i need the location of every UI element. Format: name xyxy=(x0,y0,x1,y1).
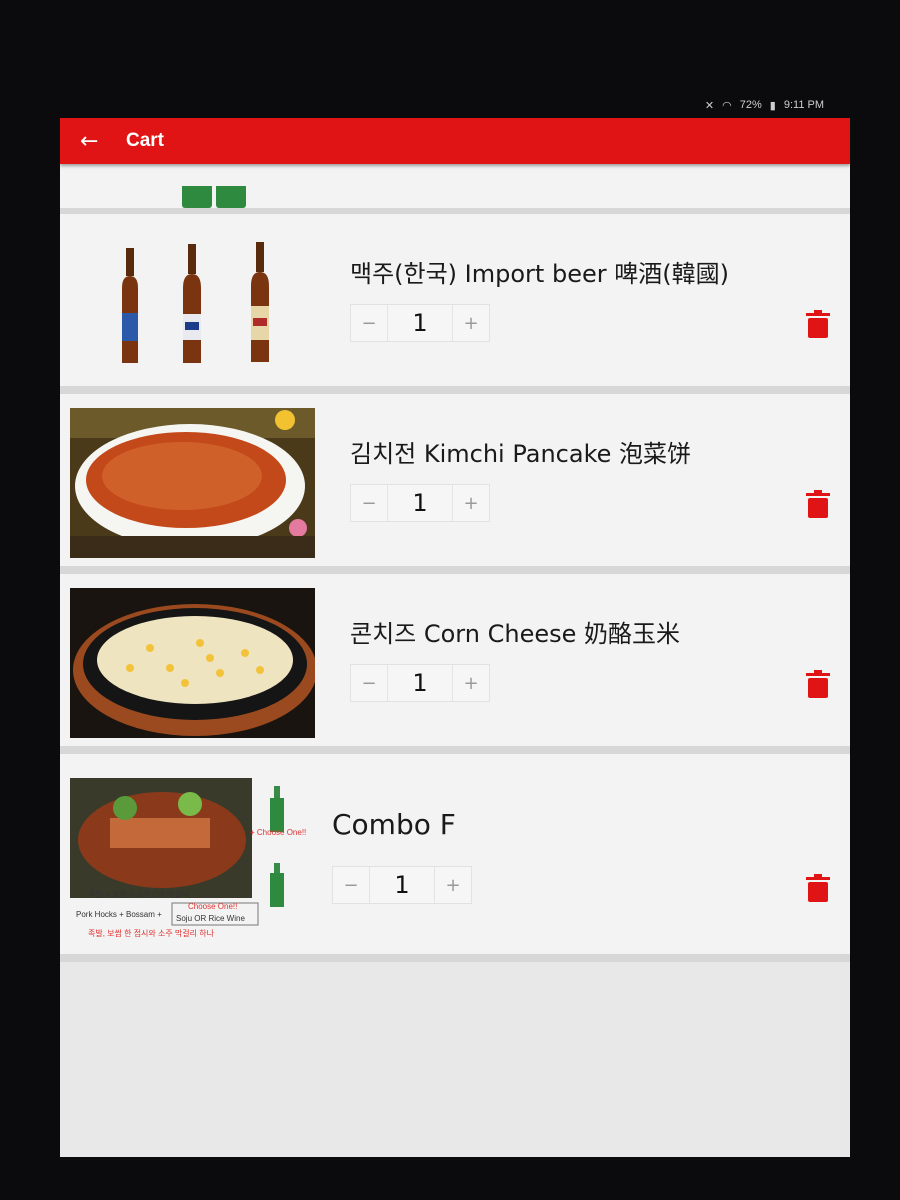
increment-button[interactable]: + xyxy=(453,665,489,701)
item-name: 김치전 Kimchi Pancake 泡菜饼 xyxy=(350,440,692,468)
app-bar: ← Cart xyxy=(60,118,850,164)
trash-icon[interactable] xyxy=(806,874,830,902)
increment-button[interactable]: + xyxy=(453,305,489,341)
quantity-value: 1 xyxy=(387,305,453,341)
trash-icon[interactable] xyxy=(806,310,830,338)
empty-area xyxy=(60,962,850,1157)
bottle-image-partial xyxy=(182,186,252,208)
page-title: Cart xyxy=(126,130,165,151)
combo-caption-english: Pork Hocks + Bossam + xyxy=(76,910,162,919)
arrow-left-icon[interactable]: ← xyxy=(80,129,116,154)
status-bar: ✕ ◠ 72% ▮ 9:11 PM xyxy=(60,92,850,118)
mute-icon: ✕ xyxy=(704,99,715,112)
quantity-stepper: − 1 + xyxy=(332,866,472,904)
device-screen: ✕ ◠ 72% ▮ 9:11 PM ← Cart 맥주(한국) Import b… xyxy=(60,92,850,1157)
quantity-value: 1 xyxy=(387,485,453,521)
cart-item: + Choose One!! 족발 + 보쌈 + 소주 OR 막걸리 Pork … xyxy=(60,754,850,962)
cart-item: 맥주(한국) Import beer 啤酒(韓國) − 1 + xyxy=(60,214,850,394)
wifi-icon: ◠ xyxy=(722,99,732,112)
cart-item: 김치전 Kimchi Pancake 泡菜饼 − 1 + xyxy=(60,394,850,574)
increment-button[interactable]: + xyxy=(435,867,471,903)
item-name: 콘치즈 Corn Cheese 奶酪玉米 xyxy=(350,620,680,648)
trash-icon[interactable] xyxy=(806,490,830,518)
decrement-button[interactable]: − xyxy=(333,867,369,903)
quantity-stepper: − 1 + xyxy=(350,664,490,702)
quantity-stepper: − 1 + xyxy=(350,484,490,522)
quantity-stepper: − 1 + xyxy=(350,304,490,342)
combo-choose-box: Soju OR Rice Wine xyxy=(176,914,245,923)
item-image-combo: + Choose One!! 족발 + 보쌈 + 소주 OR 막걸리 Pork … xyxy=(70,768,320,948)
item-image-corn-cheese xyxy=(70,588,315,738)
clock: 9:11 PM xyxy=(783,99,824,111)
cart-list[interactable]: 맥주(한국) Import beer 啤酒(韓國) − 1 + 김치전 Kimc… xyxy=(60,164,850,1157)
increment-button[interactable]: + xyxy=(453,485,489,521)
item-name: 맥주(한국) Import beer 啤酒(韓國) xyxy=(350,260,729,288)
decrement-button[interactable]: − xyxy=(351,665,387,701)
cart-item: 콘치즈 Corn Cheese 奶酪玉米 − 1 + xyxy=(60,574,850,754)
quantity-value: 1 xyxy=(387,665,453,701)
combo-caption-footer: 족발, 보쌈 한 접시와 소주 막걸리 하나 xyxy=(88,929,214,938)
item-image-kimchi-pancake xyxy=(70,408,315,558)
item-name: Combo F xyxy=(332,808,456,841)
list-item-partial xyxy=(60,164,850,214)
combo-choose-label: + Choose One!! xyxy=(250,828,307,837)
decrement-button[interactable]: − xyxy=(351,305,387,341)
trash-icon[interactable] xyxy=(806,670,830,698)
battery-icon: ▮ xyxy=(769,99,776,112)
item-image-beer xyxy=(70,228,315,378)
decrement-button[interactable]: − xyxy=(351,485,387,521)
combo-choose-box-top: Choose One!! xyxy=(188,902,238,911)
combo-caption-korean: 족발 + 보쌈 + 소주 OR 막걸리 xyxy=(88,890,189,899)
battery-level: 72% xyxy=(739,99,762,111)
quantity-value: 1 xyxy=(369,867,435,903)
